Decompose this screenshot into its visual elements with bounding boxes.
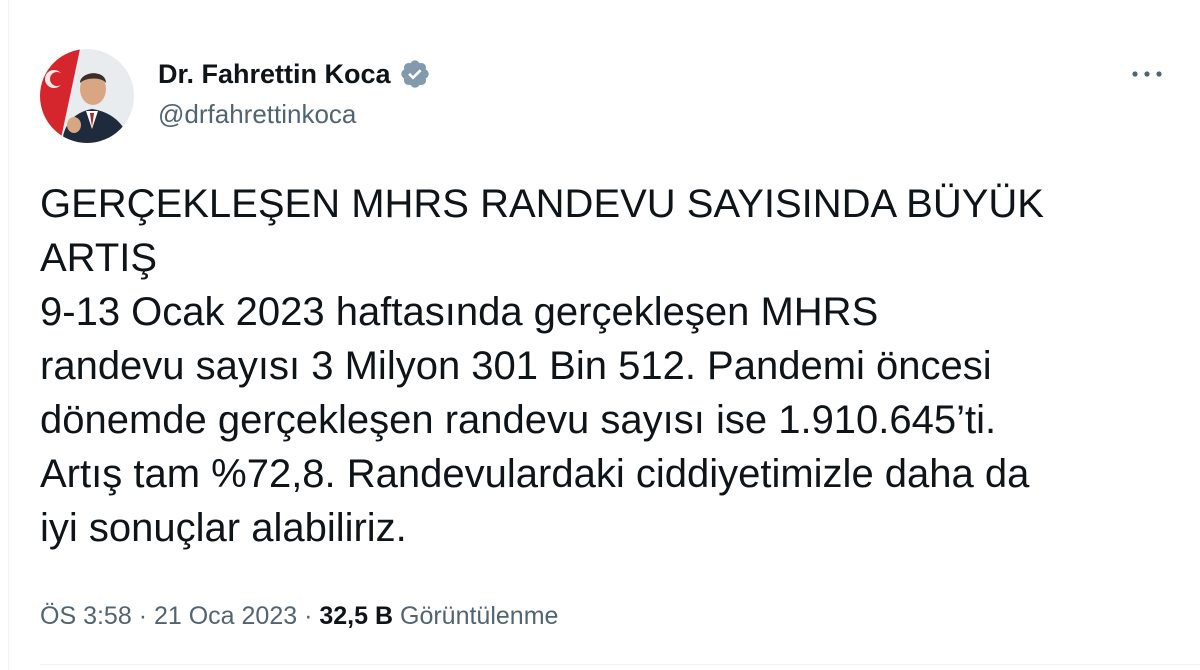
tweet-text-line: dönemde gerçekleşen randevu sayısı ise 1…	[40, 398, 997, 442]
tweet-text-line: ARTIŞ	[40, 236, 158, 280]
tweet-text-line: iyi sonuçlar alabiliriz.	[40, 506, 407, 550]
author-display-name[interactable]: Dr. Fahrettin Koca	[158, 58, 391, 90]
divider	[40, 664, 1200, 665]
tweet-text: GERÇEKLEŞEN MHRS RANDEVU SAYISINDA BÜYÜK…	[40, 177, 1175, 555]
avatar[interactable]	[40, 49, 134, 143]
meta-separator: ·	[304, 602, 313, 630]
author-handle[interactable]: @drfahrettinkoca	[158, 98, 356, 130]
tweet-meta: ÖS 3:58 · 21 Oca 2023 · 32,5 B Görüntüle…	[40, 600, 558, 632]
author-name-row[interactable]: Dr. Fahrettin Koca	[158, 58, 431, 90]
meta-separator: ·	[138, 602, 148, 630]
verified-badge-icon	[400, 60, 429, 88]
tweet-text-line: 9-13 Ocak 2023 haftasında gerçekleşen MH…	[40, 290, 879, 334]
views-label: Görüntülenme	[400, 602, 559, 630]
tweet-text-line: GERÇEKLEŞEN MHRS RANDEVU SAYISINDA BÜYÜK	[40, 182, 1044, 226]
views-count[interactable]: 32,5 B	[319, 602, 393, 630]
avatar-image	[40, 49, 134, 143]
tweet-time[interactable]: ÖS 3:58	[40, 602, 132, 630]
tweet-date[interactable]: 21 Oca 2023	[154, 602, 297, 630]
more-horizontal-icon[interactable]	[1130, 66, 1164, 82]
tweet-text-line: Artış tam %72,8. Randevulardaki ciddiyet…	[40, 452, 1030, 496]
tweet-text-line: randevu sayısı 3 Milyon 301 Bin 512. Pan…	[40, 344, 992, 388]
